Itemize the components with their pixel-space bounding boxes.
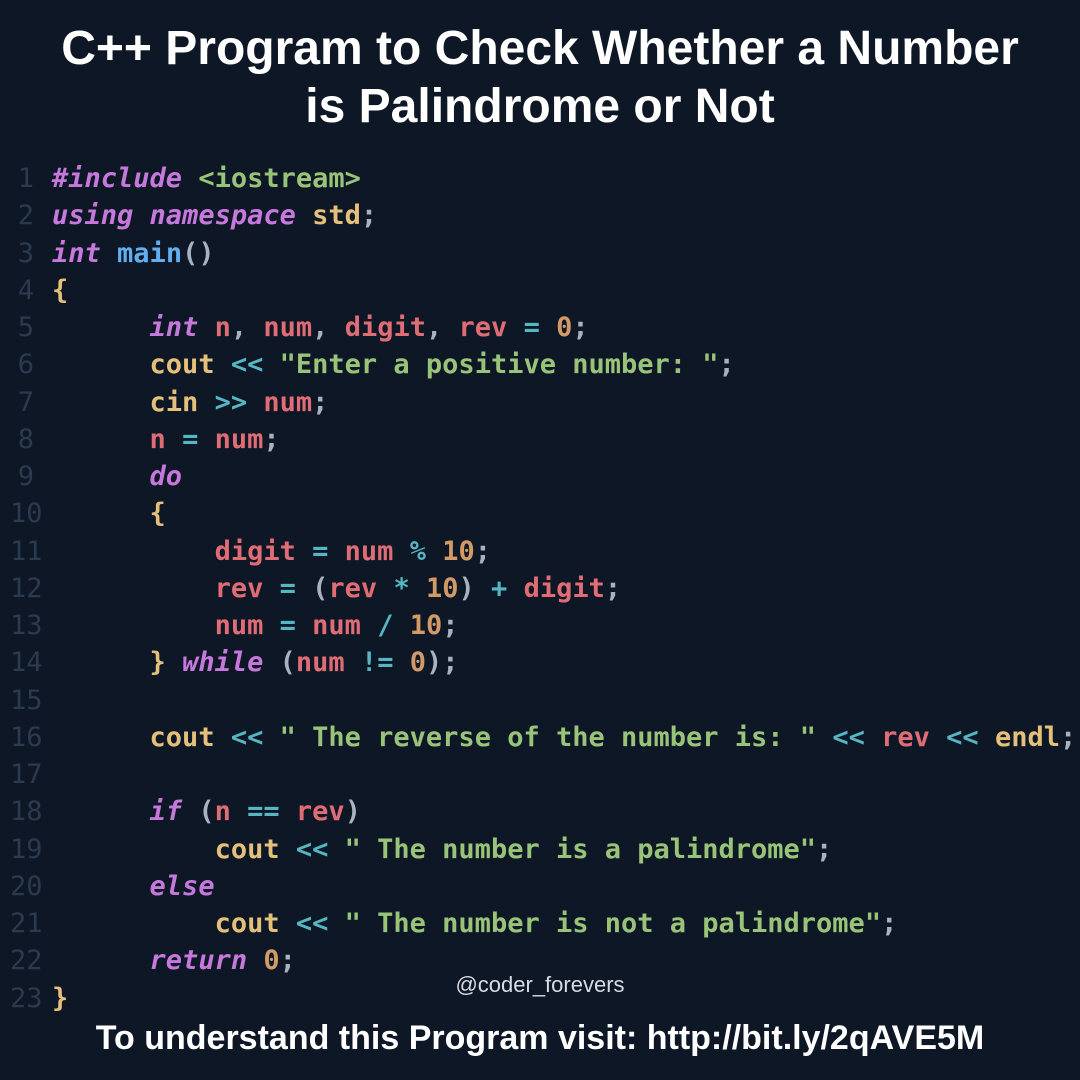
code-line: 9 do <box>10 458 1070 495</box>
line-number: 4 <box>10 272 52 309</box>
line-number: 15 <box>10 682 52 719</box>
preprocessor: #include <box>52 163 182 194</box>
code-line: 8 n = num; <box>10 421 1070 458</box>
code-block: 1#include <iostream> 2using namespace st… <box>0 160 1080 1017</box>
code-line: 17 <box>10 756 1070 793</box>
code-line: 14 } while (num != 0); <box>10 644 1070 681</box>
line-number: 12 <box>10 570 52 607</box>
code-line: 6 cout << "Enter a positive number: "; <box>10 346 1070 383</box>
type: int <box>150 312 199 343</box>
variable: rev <box>328 573 377 604</box>
line-number: 16 <box>10 719 52 756</box>
keyword: else <box>150 871 215 902</box>
variable: digit <box>345 312 426 343</box>
variable: digit <box>215 536 296 567</box>
line-number: 18 <box>10 793 52 830</box>
code-line: 4{ <box>10 272 1070 309</box>
line-number: 13 <box>10 607 52 644</box>
string-literal: " The reverse of the number is: " <box>280 722 816 753</box>
watermark-handle: @coder_forevers <box>0 972 1080 998</box>
brace: { <box>150 498 166 529</box>
keyword: do <box>150 461 183 492</box>
variable: num <box>263 387 312 418</box>
keyword: namespace <box>150 200 296 231</box>
line-number: 2 <box>10 197 52 234</box>
line-number: 3 <box>10 235 52 272</box>
line-number: 8 <box>10 421 52 458</box>
variable: n <box>150 424 166 455</box>
code-line: 13 num = num / 10; <box>10 607 1070 644</box>
code-line: 15 <box>10 682 1070 719</box>
line-number: 1 <box>10 160 52 197</box>
line-number: 17 <box>10 756 52 793</box>
variable: num <box>296 647 345 678</box>
code-line: 10 { <box>10 495 1070 532</box>
identifier: endl <box>995 722 1060 753</box>
string-literal: "Enter a positive number: " <box>280 349 719 380</box>
line-number: 14 <box>10 644 52 681</box>
variable: n <box>215 796 231 827</box>
number: 0 <box>556 312 572 343</box>
code-line: 11 digit = num % 10; <box>10 533 1070 570</box>
variable: digit <box>524 573 605 604</box>
identifier: cout <box>215 908 280 939</box>
variable: num <box>215 424 264 455</box>
line-number: 6 <box>10 346 52 383</box>
string-literal: " The number is not a palindrome" <box>345 908 881 939</box>
code-line: 20 else <box>10 868 1070 905</box>
code-line: 3int main() <box>10 235 1070 272</box>
number: 10 <box>410 610 443 641</box>
variable: rev <box>215 573 264 604</box>
variable: num <box>215 610 264 641</box>
code-line: 21 cout << " The number is not a palindr… <box>10 905 1070 942</box>
keyword: using <box>52 200 133 231</box>
line-number: 10 <box>10 495 52 532</box>
number: 10 <box>426 573 459 604</box>
identifier: cout <box>215 834 280 865</box>
variable: rev <box>459 312 508 343</box>
keyword: if <box>150 796 183 827</box>
line-number: 7 <box>10 384 52 421</box>
line-number: 19 <box>10 831 52 868</box>
variable: n <box>215 312 231 343</box>
type: int <box>52 238 101 269</box>
string-literal: " The number is a palindrome" <box>345 834 816 865</box>
code-line: 1#include <iostream> <box>10 160 1070 197</box>
identifier: std <box>312 200 361 231</box>
number: 10 <box>442 536 475 567</box>
code-line: 2using namespace std; <box>10 197 1070 234</box>
keyword: while <box>182 647 263 678</box>
function-name: main <box>117 238 182 269</box>
include-header: <iostream> <box>198 163 361 194</box>
variable: num <box>263 312 312 343</box>
variable: rev <box>296 796 345 827</box>
variable: num <box>312 610 361 641</box>
footer-text: To understand this Program visit: http:/… <box>0 1001 1080 1080</box>
brace: } <box>150 647 166 678</box>
code-line: 19 cout << " The number is a palindrome"… <box>10 831 1070 868</box>
code-line: 16 cout << " The reverse of the number i… <box>10 719 1070 756</box>
brace: { <box>52 275 68 306</box>
line-number: 20 <box>10 868 52 905</box>
line-number: 5 <box>10 309 52 346</box>
code-line: 18 if (n == rev) <box>10 793 1070 830</box>
number: 0 <box>410 647 426 678</box>
code-line: 7 cin >> num; <box>10 384 1070 421</box>
variable: rev <box>881 722 930 753</box>
identifier: cin <box>150 387 199 418</box>
line-number: 11 <box>10 533 52 570</box>
line-number: 21 <box>10 905 52 942</box>
page-title: C++ Program to Check Whether a Number is… <box>0 0 1080 160</box>
code-line: 5 int n, num, digit, rev = 0; <box>10 309 1070 346</box>
code-line: 12 rev = (rev * 10) + digit; <box>10 570 1070 607</box>
variable: num <box>345 536 394 567</box>
line-number: 9 <box>10 458 52 495</box>
identifier: cout <box>150 349 215 380</box>
identifier: cout <box>150 722 215 753</box>
